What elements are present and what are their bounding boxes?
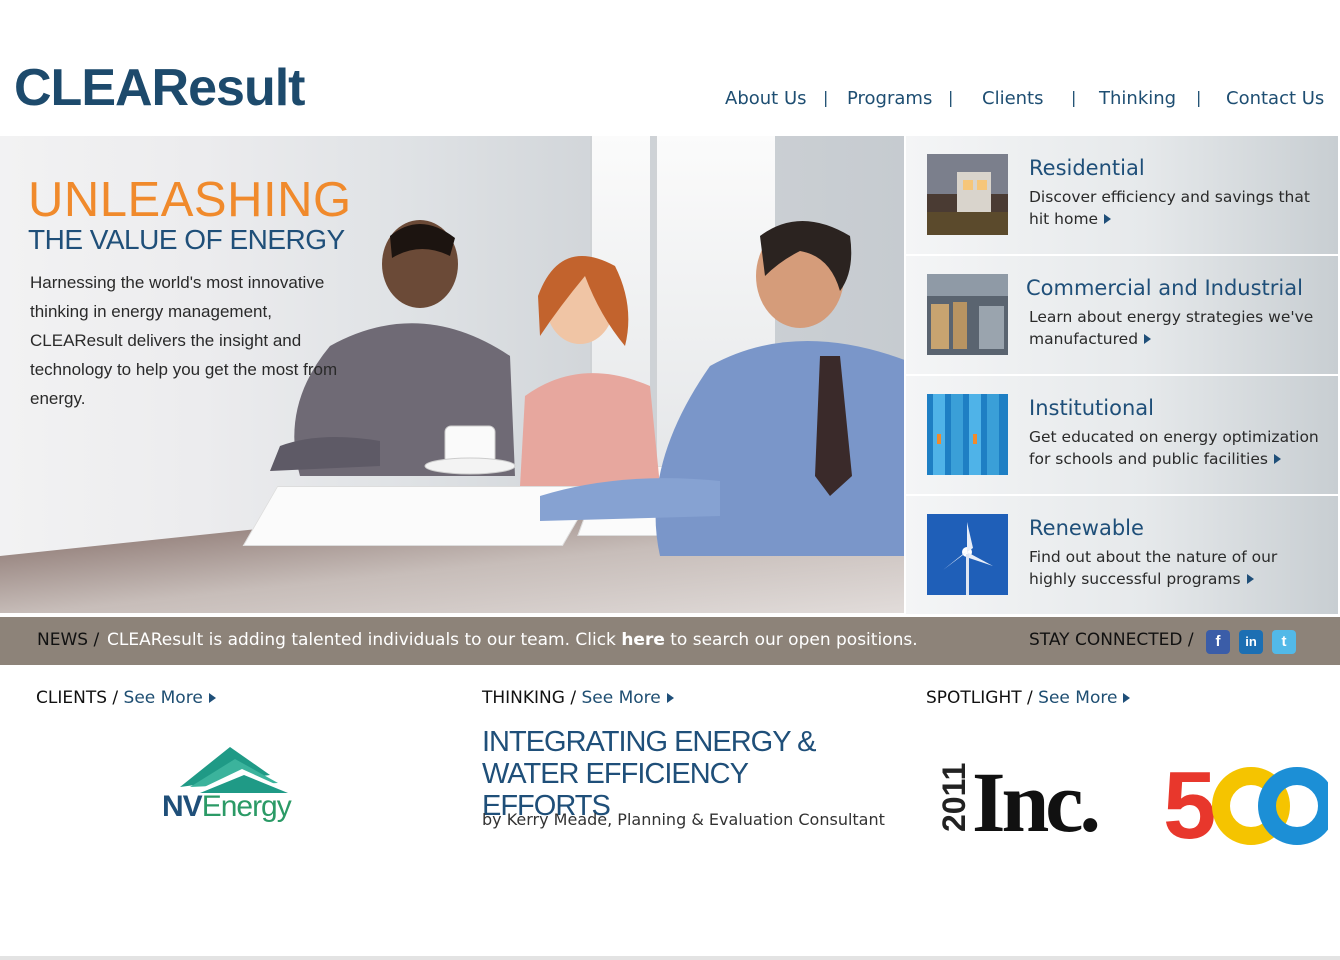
thinking-article-title[interactable]: INTEGRATING ENERGY & WATER EFFICIENCY EF…: [482, 726, 862, 822]
thinking-see-more-link[interactable]: See More: [582, 688, 661, 708]
segment-list: Residential Discover efficiency and savi…: [904, 136, 1340, 614]
footer-divider: [0, 956, 1340, 960]
arrow-right-icon: [1144, 334, 1152, 344]
clients-see-more-link[interactable]: See More: [124, 688, 203, 708]
inc-year: 2011: [936, 762, 972, 832]
inc-wordmark: Inc.: [972, 754, 1101, 850]
segment-title: Institutional: [1029, 396, 1154, 420]
main-nav: About Us | Programs | Clients | Thinking…: [0, 88, 1340, 118]
stay-connected-label: STAY CONNECTED /: [1029, 630, 1194, 650]
segment-renewable[interactable]: Renewable Find out about the nature of o…: [906, 496, 1338, 614]
segment-institutional[interactable]: Institutional Get educated on energy opt…: [906, 376, 1338, 494]
nav-contact-us[interactable]: Contact Us: [1226, 88, 1324, 109]
segment-description: Find out about the nature of our highly …: [1029, 548, 1278, 588]
spotlight-see-more-link[interactable]: See More: [1038, 688, 1117, 708]
arrow-right-icon: [1123, 693, 1131, 703]
segment-description: Discover efficiency and savings that hit…: [1029, 188, 1310, 228]
linkedin-icon[interactable]: in: [1239, 630, 1263, 654]
hero-banner: UNLEASHING THE VALUE OF ENERGY Harnessin…: [0, 136, 904, 613]
thinking-heading: THINKING / See More: [482, 688, 674, 708]
commercial-thumbnail: [927, 274, 1008, 355]
news-bar: NEWS / CLEAResult is adding talented ind…: [0, 617, 1340, 665]
nav-clients[interactable]: Clients: [982, 88, 1044, 109]
hero-subtitle: THE VALUE OF ENERGY: [28, 224, 345, 255]
renewable-thumbnail: [927, 514, 1008, 595]
nav-about-us[interactable]: About Us: [725, 88, 807, 109]
spotlight-heading: SPOTLIGHT / See More: [926, 688, 1131, 708]
segment-description: Learn about energy strategies we've manu…: [1029, 308, 1314, 348]
inc-500-digits: 5: [1163, 760, 1328, 850]
segment-title: Residential: [1029, 156, 1145, 180]
arrow-right-icon: [208, 693, 216, 703]
svg-text:5: 5: [1163, 760, 1214, 850]
clients-heading: CLIENTS / See More: [36, 688, 216, 708]
news-here-link[interactable]: here: [621, 630, 665, 650]
institutional-thumbnail: [927, 394, 1008, 475]
thinking-byline: by Kerry Meade, Planning & Evaluation Co…: [482, 810, 885, 829]
residential-thumbnail: [927, 154, 1008, 235]
nav-thinking[interactable]: Thinking: [1099, 88, 1176, 109]
nav-separator: |: [948, 88, 954, 107]
arrow-right-icon: [1104, 214, 1112, 224]
arrow-right-icon: [1273, 454, 1281, 464]
hero-title: UNLEASHING: [28, 173, 352, 227]
twitter-icon[interactable]: t: [1272, 630, 1296, 654]
segment-description: Get educated on energy optimization for …: [1029, 428, 1319, 468]
arrow-right-icon: [1246, 574, 1254, 584]
news-text: CLEAResult is adding talented individual…: [107, 630, 918, 650]
nav-programs[interactable]: Programs: [847, 88, 932, 109]
news-label: NEWS /: [37, 630, 100, 650]
hero-description: Harnessing the world's most innovative t…: [30, 273, 338, 408]
nav-separator: |: [823, 88, 829, 107]
nav-separator: |: [1071, 88, 1077, 107]
segment-commercial-industrial[interactable]: Commercial and Industrial Learn about en…: [906, 256, 1338, 374]
segment-residential[interactable]: Residential Discover efficiency and savi…: [906, 136, 1338, 254]
facebook-icon[interactable]: f: [1206, 630, 1230, 654]
nav-separator: |: [1196, 88, 1202, 107]
segment-title: Commercial and Industrial: [1026, 276, 1303, 300]
arrow-right-icon: [666, 693, 674, 703]
segment-title: Renewable: [1029, 516, 1144, 540]
nv-energy-wordmark: NVEnergy: [162, 790, 292, 823]
